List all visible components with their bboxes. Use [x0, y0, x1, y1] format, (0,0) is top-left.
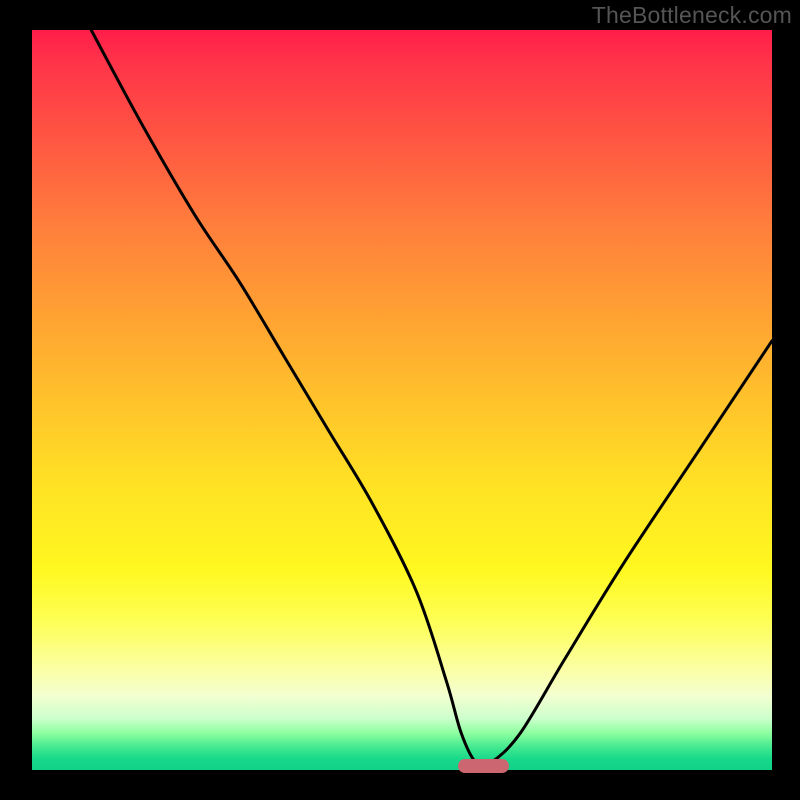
chart-container: TheBottleneck.com: [0, 0, 800, 800]
watermark-label: TheBottleneck.com: [592, 2, 792, 29]
bottleneck-curve-svg: [32, 30, 772, 770]
optimal-range-marker: [458, 759, 510, 773]
bottleneck-curve-path: [91, 30, 772, 766]
